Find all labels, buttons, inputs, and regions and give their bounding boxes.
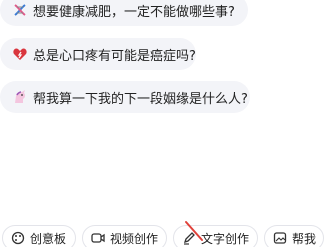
help-me-label: 帮我: [292, 231, 317, 246]
video-creation-label: 视频创作: [109, 231, 158, 246]
suggestion-text-3: 帮我算一下我的下一段姻缘是什么人?: [33, 91, 248, 107]
suggestion-chip-1[interactable]: 想要健康减肥，一定不能做哪些事?: [0, 0, 248, 26]
video-icon: [91, 233, 105, 243]
text-creation-button[interactable]: 文字创作: [172, 221, 258, 247]
suggestion-chip-3[interactable]: 帮我算一下我的下一段姻缘是什么人?: [0, 81, 250, 113]
creative-board-button[interactable]: 创意板: [2, 225, 76, 247]
suggestion-text-1: 想要健康减肥，一定不能做哪些事?: [33, 4, 235, 20]
text-creation-label: 文字创作: [200, 231, 249, 246]
suggestion-chip-2[interactable]: 总是心口疼有可能是癌症吗?: [0, 38, 196, 70]
chat-screen: 想要健康减肥，一定不能做哪些事? 总是心口疼有可能是癌症吗? 帮我算一下我的下一…: [0, 0, 324, 247]
palette-icon: [11, 231, 25, 245]
video-creation-button[interactable]: 视频创作: [81, 225, 167, 247]
help-me-button[interactable]: 帮我: [264, 225, 324, 247]
red-stroke-icon: [184, 221, 203, 241]
dna-icon: [14, 4, 26, 16]
suggestion-text-2: 总是心口疼有可能是癌症吗?: [33, 48, 196, 64]
unicorn-icon: [15, 90, 26, 103]
heart-icon: [13, 48, 27, 60]
creation-toolbar: 创意板 视频创作 文字创作 帮我: [0, 221, 324, 247]
creative-board-label: 创意板: [30, 231, 67, 246]
image-icon: [273, 232, 287, 244]
